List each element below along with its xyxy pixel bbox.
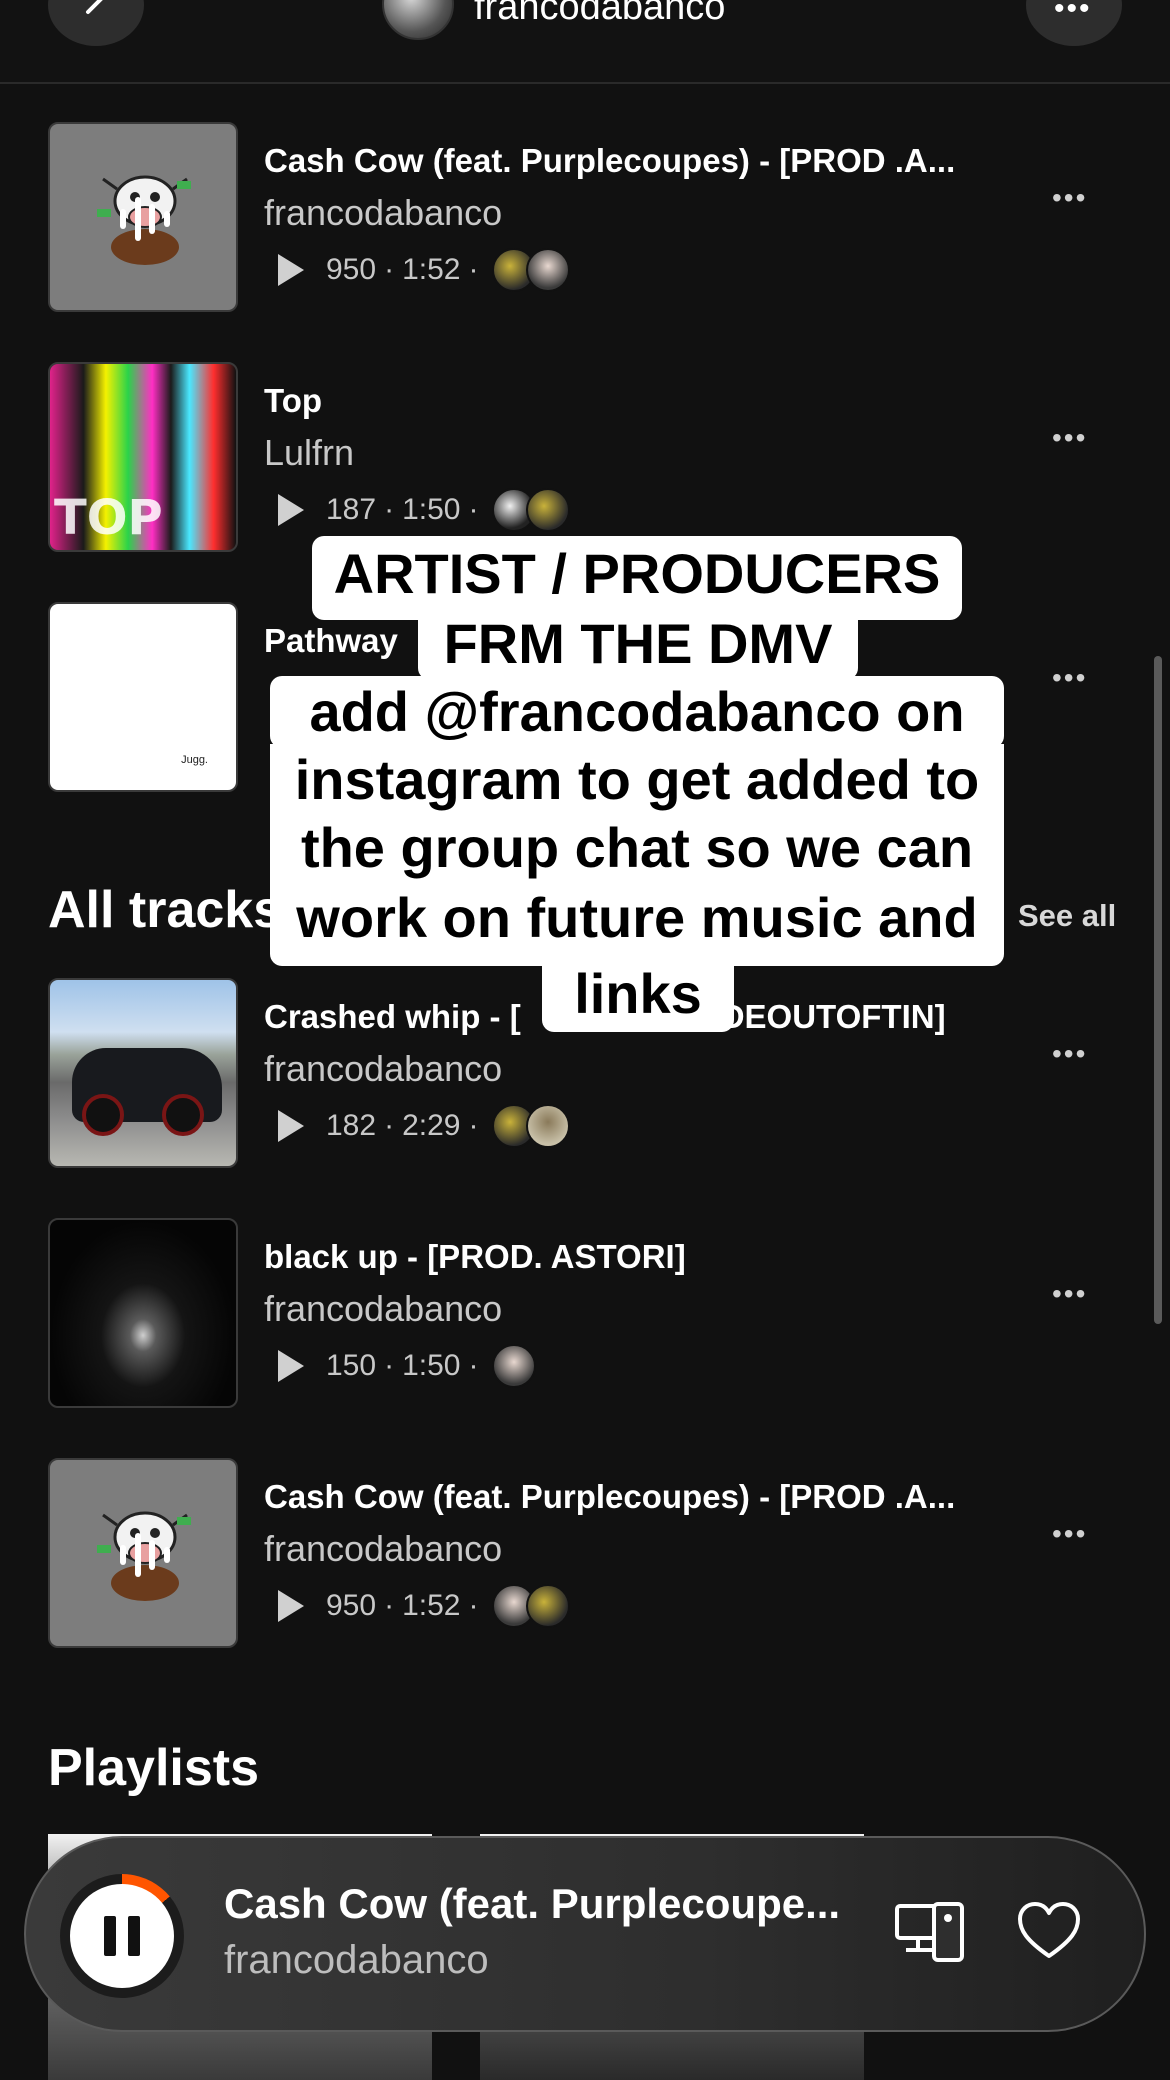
play-count: 950 <box>326 253 377 286</box>
play-icon <box>278 254 304 286</box>
track-cover <box>48 978 238 1168</box>
devices-icon[interactable] <box>894 1900 966 1964</box>
meta-separator: · <box>384 253 395 286</box>
track-cover <box>48 122 238 312</box>
chevron-left-icon <box>86 0 103 14</box>
avatar <box>526 248 571 292</box>
track-duration: 1:50 <box>402 1349 461 1382</box>
track-row[interactable]: Cash Cow (feat. Purplecoupes) - [PROD .A… <box>0 122 1170 322</box>
liker-avatars[interactable] <box>492 1344 537 1388</box>
meta-separator: · <box>384 1349 395 1382</box>
now-playing-title[interactable]: Cash Cow (feat. Purplecoupe... <box>224 1880 840 1928</box>
track-more-button[interactable]: ••• <box>1052 1040 1087 1068</box>
meta-separator: · <box>468 253 479 286</box>
play-icon <box>278 1350 304 1382</box>
track-cover: Jugg. <box>48 602 238 792</box>
track-more-button[interactable]: ••• <box>1052 184 1087 212</box>
track-duration: 1:52 <box>402 1589 461 1622</box>
avatar <box>526 1584 571 1628</box>
track-meta: 950 · 1:52 · <box>264 1584 571 1628</box>
more-options-button[interactable]: ••• <box>1026 0 1122 46</box>
track-row[interactable]: black up - [PROD. ASTORI] francodabanco … <box>0 1218 1170 1418</box>
back-button[interactable] <box>48 0 144 46</box>
track-cover <box>48 1458 238 1648</box>
track-title: Cash Cow (feat. Purplecoupes) - [PROD .A… <box>264 1478 956 1515</box>
caption-line: the group chat so we can <box>270 812 1004 884</box>
more-horizontal-icon: ••• <box>1054 0 1092 25</box>
avatar <box>492 1344 537 1388</box>
track-cover <box>48 1218 238 1408</box>
meta-separator: · <box>384 1589 395 1622</box>
track-meta: 182 · 2:29 · <box>264 1104 571 1148</box>
track-cover: TOP <box>48 362 238 552</box>
mini-player[interactable]: Cash Cow (feat. Purplecoupe... francodab… <box>24 1836 1146 2032</box>
meta-separator: · <box>384 1109 395 1142</box>
cover-text: Jugg. <box>181 754 208 766</box>
avatar <box>526 488 571 532</box>
wheel <box>162 1094 204 1136</box>
track-title-head: Crashed whip - [ <box>264 998 521 1035</box>
track-more-button[interactable]: ••• <box>1052 424 1087 452</box>
track-more-button[interactable]: ••• <box>1052 1280 1087 1308</box>
now-playing-wave-icon <box>120 1530 170 1580</box>
track-title: Cash Cow (feat. Purplecoupes) - [PROD .A… <box>264 142 956 179</box>
scrollbar[interactable] <box>1154 656 1162 1324</box>
track-more-button[interactable]: ••• <box>1052 664 1087 692</box>
artist-avatar[interactable] <box>382 0 454 40</box>
liker-avatars[interactable] <box>492 488 571 532</box>
caption-line: FRM THE DMV <box>418 606 858 680</box>
page-title: francodabanco <box>474 0 726 28</box>
track-meta: 150 · 1:50 · <box>264 1344 537 1388</box>
meta-separator: · <box>468 1349 479 1382</box>
play-icon <box>278 1590 304 1622</box>
meta-separator: · <box>468 493 479 526</box>
play-count: 150 <box>326 1349 377 1382</box>
play-icon <box>278 494 304 526</box>
now-playing-wave-icon <box>120 194 170 244</box>
liker-avatars[interactable] <box>492 248 571 292</box>
play-count: 950 <box>326 1589 377 1622</box>
see-all-link[interactable]: See all <box>1018 898 1116 934</box>
track-meta: 187 · 1:50 · <box>264 488 571 532</box>
avatar <box>526 1104 571 1148</box>
caption-line: work on future music and <box>270 880 1004 966</box>
track-title: Pathway <box>264 622 398 659</box>
track-meta: 950 · 1:52 · <box>264 248 571 292</box>
track-duration: 2:29 <box>402 1109 461 1142</box>
caption-line: instagram to get added to <box>270 744 1004 816</box>
liker-avatars[interactable] <box>492 1104 571 1148</box>
pause-button[interactable] <box>70 1884 174 1988</box>
caption-line: add @francodabanco on <box>270 676 1004 748</box>
heart-icon[interactable] <box>1016 1900 1082 1962</box>
now-playing-artist[interactable]: francodabanco <box>224 1938 489 1983</box>
meta-separator: · <box>468 1589 479 1622</box>
playback-progress-ring <box>60 1874 184 1998</box>
play-count: 187 <box>326 493 377 526</box>
track-artist[interactable]: Lulfrn <box>264 432 354 474</box>
track-duration: 1:50 <box>402 493 461 526</box>
track-title-tail: DEOUTOFTIN] <box>720 998 946 1035</box>
cover-text: TOP <box>54 490 163 546</box>
track-artist[interactable]: francodabanco <box>264 192 502 234</box>
track-row[interactable]: TOP Top Lulfrn 187 · 1:50 · ••• <box>0 362 1170 562</box>
track-artist[interactable]: francodabanco <box>264 1288 502 1330</box>
track-row[interactable]: Cash Cow (feat. Purplecoupes) - [PROD .A… <box>0 1458 1170 1658</box>
track-title: black up - [PROD. ASTORI] <box>264 1238 686 1275</box>
track-duration: 1:52 <box>402 253 461 286</box>
caption-line: links <box>542 960 734 1032</box>
liker-avatars[interactable] <box>492 1584 571 1628</box>
track-title: Top <box>264 382 323 419</box>
play-icon <box>278 1110 304 1142</box>
track-more-button[interactable]: ••• <box>1052 1520 1087 1548</box>
track-artist[interactable]: francodabanco <box>264 1528 502 1570</box>
meta-separator: · <box>468 1109 479 1142</box>
meta-separator: · <box>384 493 395 526</box>
playlists-heading: Playlists <box>48 1739 260 1797</box>
track-artist[interactable]: francodabanco <box>264 1048 502 1090</box>
wheel <box>82 1094 124 1136</box>
all-tracks-heading: All tracks <box>48 881 283 939</box>
car-artwork <box>72 1048 222 1136</box>
play-count: 182 <box>326 1109 377 1142</box>
profile-header: francodabanco ••• <box>0 0 1170 84</box>
